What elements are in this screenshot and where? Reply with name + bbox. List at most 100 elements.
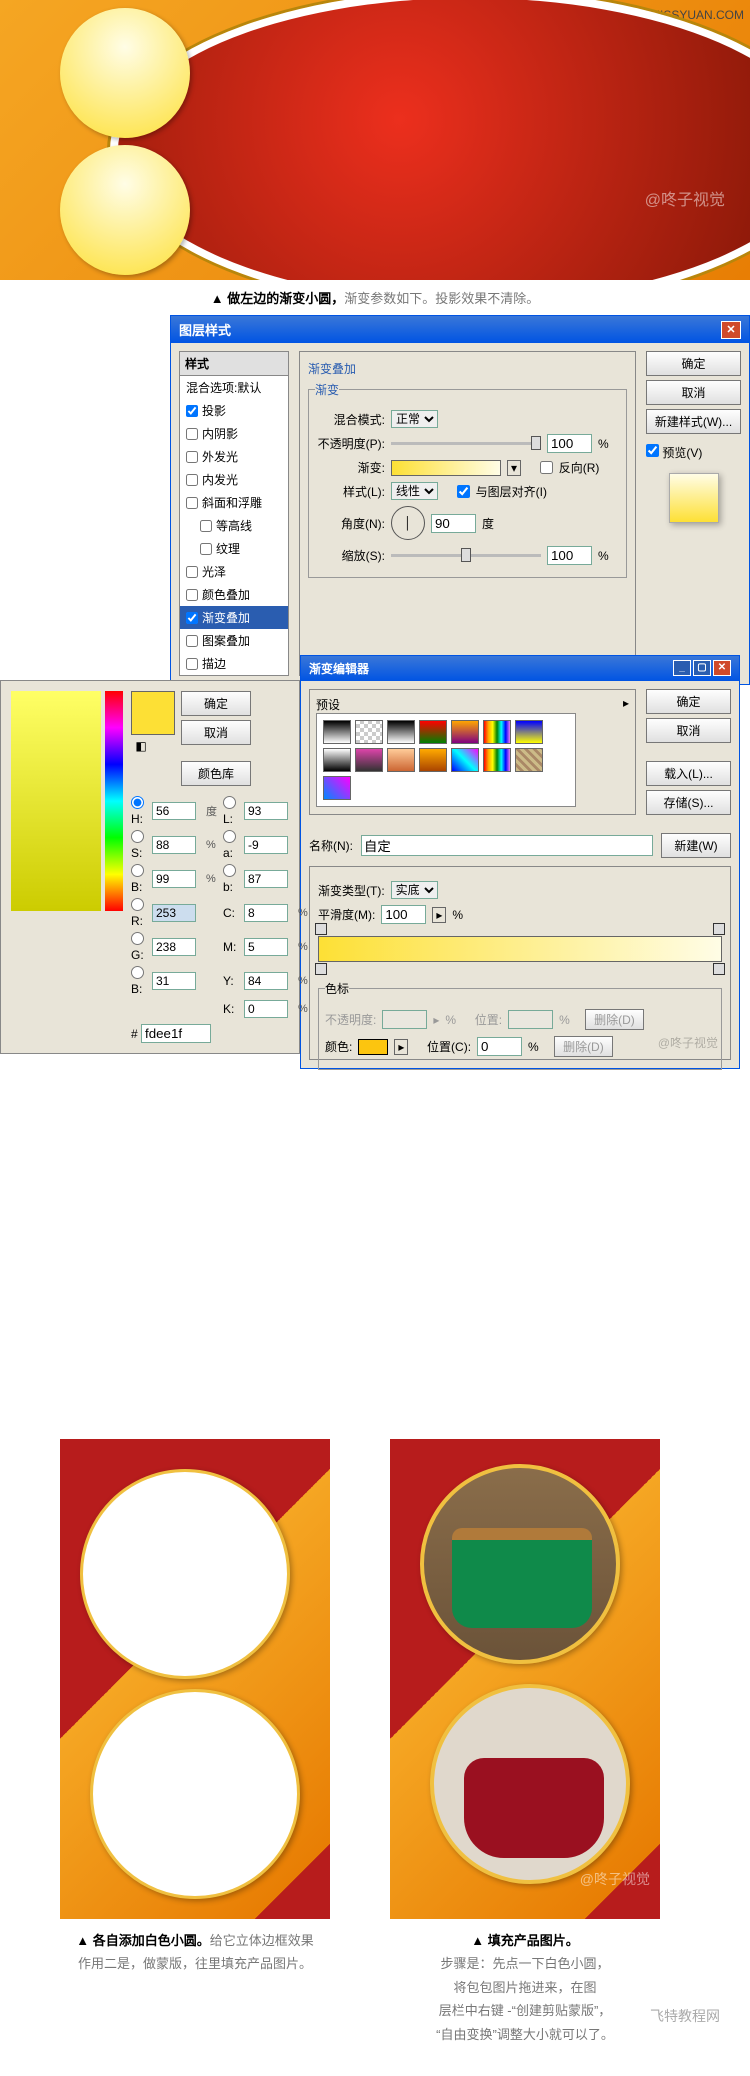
drop-shadow-check[interactable]: [186, 405, 198, 417]
outer-glow-row[interactable]: 外发光: [180, 445, 288, 468]
texture-row[interactable]: 纹理: [180, 537, 288, 560]
bv-radio[interactable]: [131, 864, 144, 877]
gradient-editor-buttons: 确定 取消 载入(L)... 存储(S)...: [646, 689, 731, 815]
opacity-stop-left[interactable]: [315, 923, 327, 935]
drop-shadow-row[interactable]: 投影: [180, 399, 288, 422]
preset-swatch[interactable]: [419, 748, 447, 772]
ok-button[interactable]: 确定: [646, 351, 741, 376]
bc-radio[interactable]: [131, 966, 144, 979]
cancel-button[interactable]: 取消: [181, 720, 251, 745]
layer-style-titlebar[interactable]: 图层样式 ✕: [171, 316, 749, 343]
gradient-picker[interactable]: [391, 460, 501, 476]
satin-row[interactable]: 光泽: [180, 560, 288, 583]
gradient-editor-titlebar[interactable]: 渐变编辑器 _ ▢ ✕: [301, 656, 739, 681]
color-lib-button[interactable]: 颜色库: [181, 761, 251, 786]
preset-swatch[interactable]: [419, 720, 447, 744]
color-menu-icon[interactable]: ▸: [394, 1039, 408, 1055]
color-field[interactable]: [11, 691, 101, 911]
preset-swatch[interactable]: [387, 748, 415, 772]
scale-input[interactable]: [547, 546, 592, 565]
ok-button[interactable]: 确定: [646, 689, 731, 714]
stop-color-swatch[interactable]: [358, 1039, 388, 1055]
opacity-slider[interactable]: [391, 442, 541, 445]
dropdown-icon[interactable]: ▸: [432, 907, 446, 923]
g-input[interactable]: [152, 938, 196, 956]
preset-swatch[interactable]: [355, 748, 383, 772]
style-select[interactable]: 线性: [391, 482, 438, 500]
inner-shadow-row[interactable]: 内阴影: [180, 422, 288, 445]
cube-icon[interactable]: ◧: [131, 739, 151, 759]
b-input[interactable]: [244, 870, 288, 888]
load-button[interactable]: 载入(L)...: [646, 761, 731, 786]
h-radio[interactable]: [131, 796, 144, 809]
s-radio[interactable]: [131, 830, 144, 843]
preset-swatch[interactable]: [515, 748, 543, 772]
gradient-overlay-row[interactable]: 渐变叠加: [180, 606, 288, 629]
l-radio[interactable]: [223, 796, 236, 809]
new-button[interactable]: 新建(W): [661, 833, 731, 858]
stroke-row[interactable]: 描边: [180, 652, 288, 675]
angle-input[interactable]: [431, 514, 476, 533]
align-check[interactable]: [457, 485, 470, 498]
cancel-button[interactable]: 取消: [646, 380, 741, 405]
presets-menu-icon[interactable]: ▸: [623, 696, 629, 713]
m-input[interactable]: [244, 938, 288, 956]
c-input[interactable]: [244, 904, 288, 922]
k-input[interactable]: [244, 1000, 288, 1018]
close-icon[interactable]: ✕: [721, 321, 741, 339]
h-input[interactable]: [152, 802, 196, 820]
bc-input[interactable]: [152, 972, 196, 990]
scale-slider[interactable]: [391, 554, 541, 557]
preset-swatch[interactable]: [451, 748, 479, 772]
hex-input[interactable]: [141, 1024, 211, 1043]
save-button[interactable]: 存储(S)...: [646, 790, 731, 815]
new-style-button[interactable]: 新建样式(W)...: [646, 409, 741, 434]
close-icon[interactable]: ✕: [713, 660, 731, 676]
contour-row[interactable]: 等高线: [180, 514, 288, 537]
opacity-stop-right[interactable]: [713, 923, 725, 935]
color-stop-right[interactable]: [713, 963, 725, 975]
color-stop-left[interactable]: [315, 963, 327, 975]
s-input[interactable]: [152, 836, 196, 854]
preset-swatch[interactable]: [323, 776, 351, 800]
color-pos-input[interactable]: [477, 1037, 522, 1056]
b-radio[interactable]: [223, 864, 236, 877]
pattern-overlay-row[interactable]: 图案叠加: [180, 629, 288, 652]
maximize-icon[interactable]: ▢: [693, 660, 711, 676]
angle-dial[interactable]: │: [391, 506, 425, 540]
preset-swatch[interactable]: [323, 748, 351, 772]
reverse-check[interactable]: [540, 461, 553, 474]
r-radio[interactable]: [131, 898, 144, 911]
preview-check[interactable]: [646, 444, 659, 457]
preset-swatch[interactable]: [483, 720, 511, 744]
a-radio[interactable]: [223, 830, 236, 843]
color-overlay-row[interactable]: 颜色叠加: [180, 583, 288, 606]
opacity-input[interactable]: [547, 434, 592, 453]
smoothness-input[interactable]: [381, 905, 426, 924]
bevel-row[interactable]: 斜面和浮雕: [180, 491, 288, 514]
gradient-dropdown-icon[interactable]: ▾: [507, 460, 521, 476]
gradient-name-input[interactable]: [361, 835, 653, 856]
l-input[interactable]: [244, 802, 288, 820]
cancel-button[interactable]: 取消: [646, 718, 731, 743]
gradient-type-select[interactable]: 实底: [391, 881, 438, 899]
current-color-swatch[interactable]: [131, 691, 175, 735]
gradient-bar[interactable]: [318, 936, 722, 962]
minimize-icon[interactable]: _: [673, 660, 691, 676]
preset-swatch[interactable]: [515, 720, 543, 744]
ok-button[interactable]: 确定: [181, 691, 251, 716]
a-input[interactable]: [244, 836, 288, 854]
preset-swatch[interactable]: [483, 748, 511, 772]
preset-swatch[interactable]: [451, 720, 479, 744]
g-radio[interactable]: [131, 932, 144, 945]
inner-glow-row[interactable]: 内发光: [180, 468, 288, 491]
blend-options-row[interactable]: 混合选项:默认: [180, 376, 288, 399]
y-input[interactable]: [244, 972, 288, 990]
r-input[interactable]: [152, 904, 196, 922]
blend-mode-select[interactable]: 正常: [391, 410, 438, 428]
preset-swatch[interactable]: [387, 720, 415, 744]
preset-swatch[interactable]: [323, 720, 351, 744]
bv-input[interactable]: [152, 870, 196, 888]
preset-swatch[interactable]: [355, 720, 383, 744]
hue-slider[interactable]: [105, 691, 123, 911]
